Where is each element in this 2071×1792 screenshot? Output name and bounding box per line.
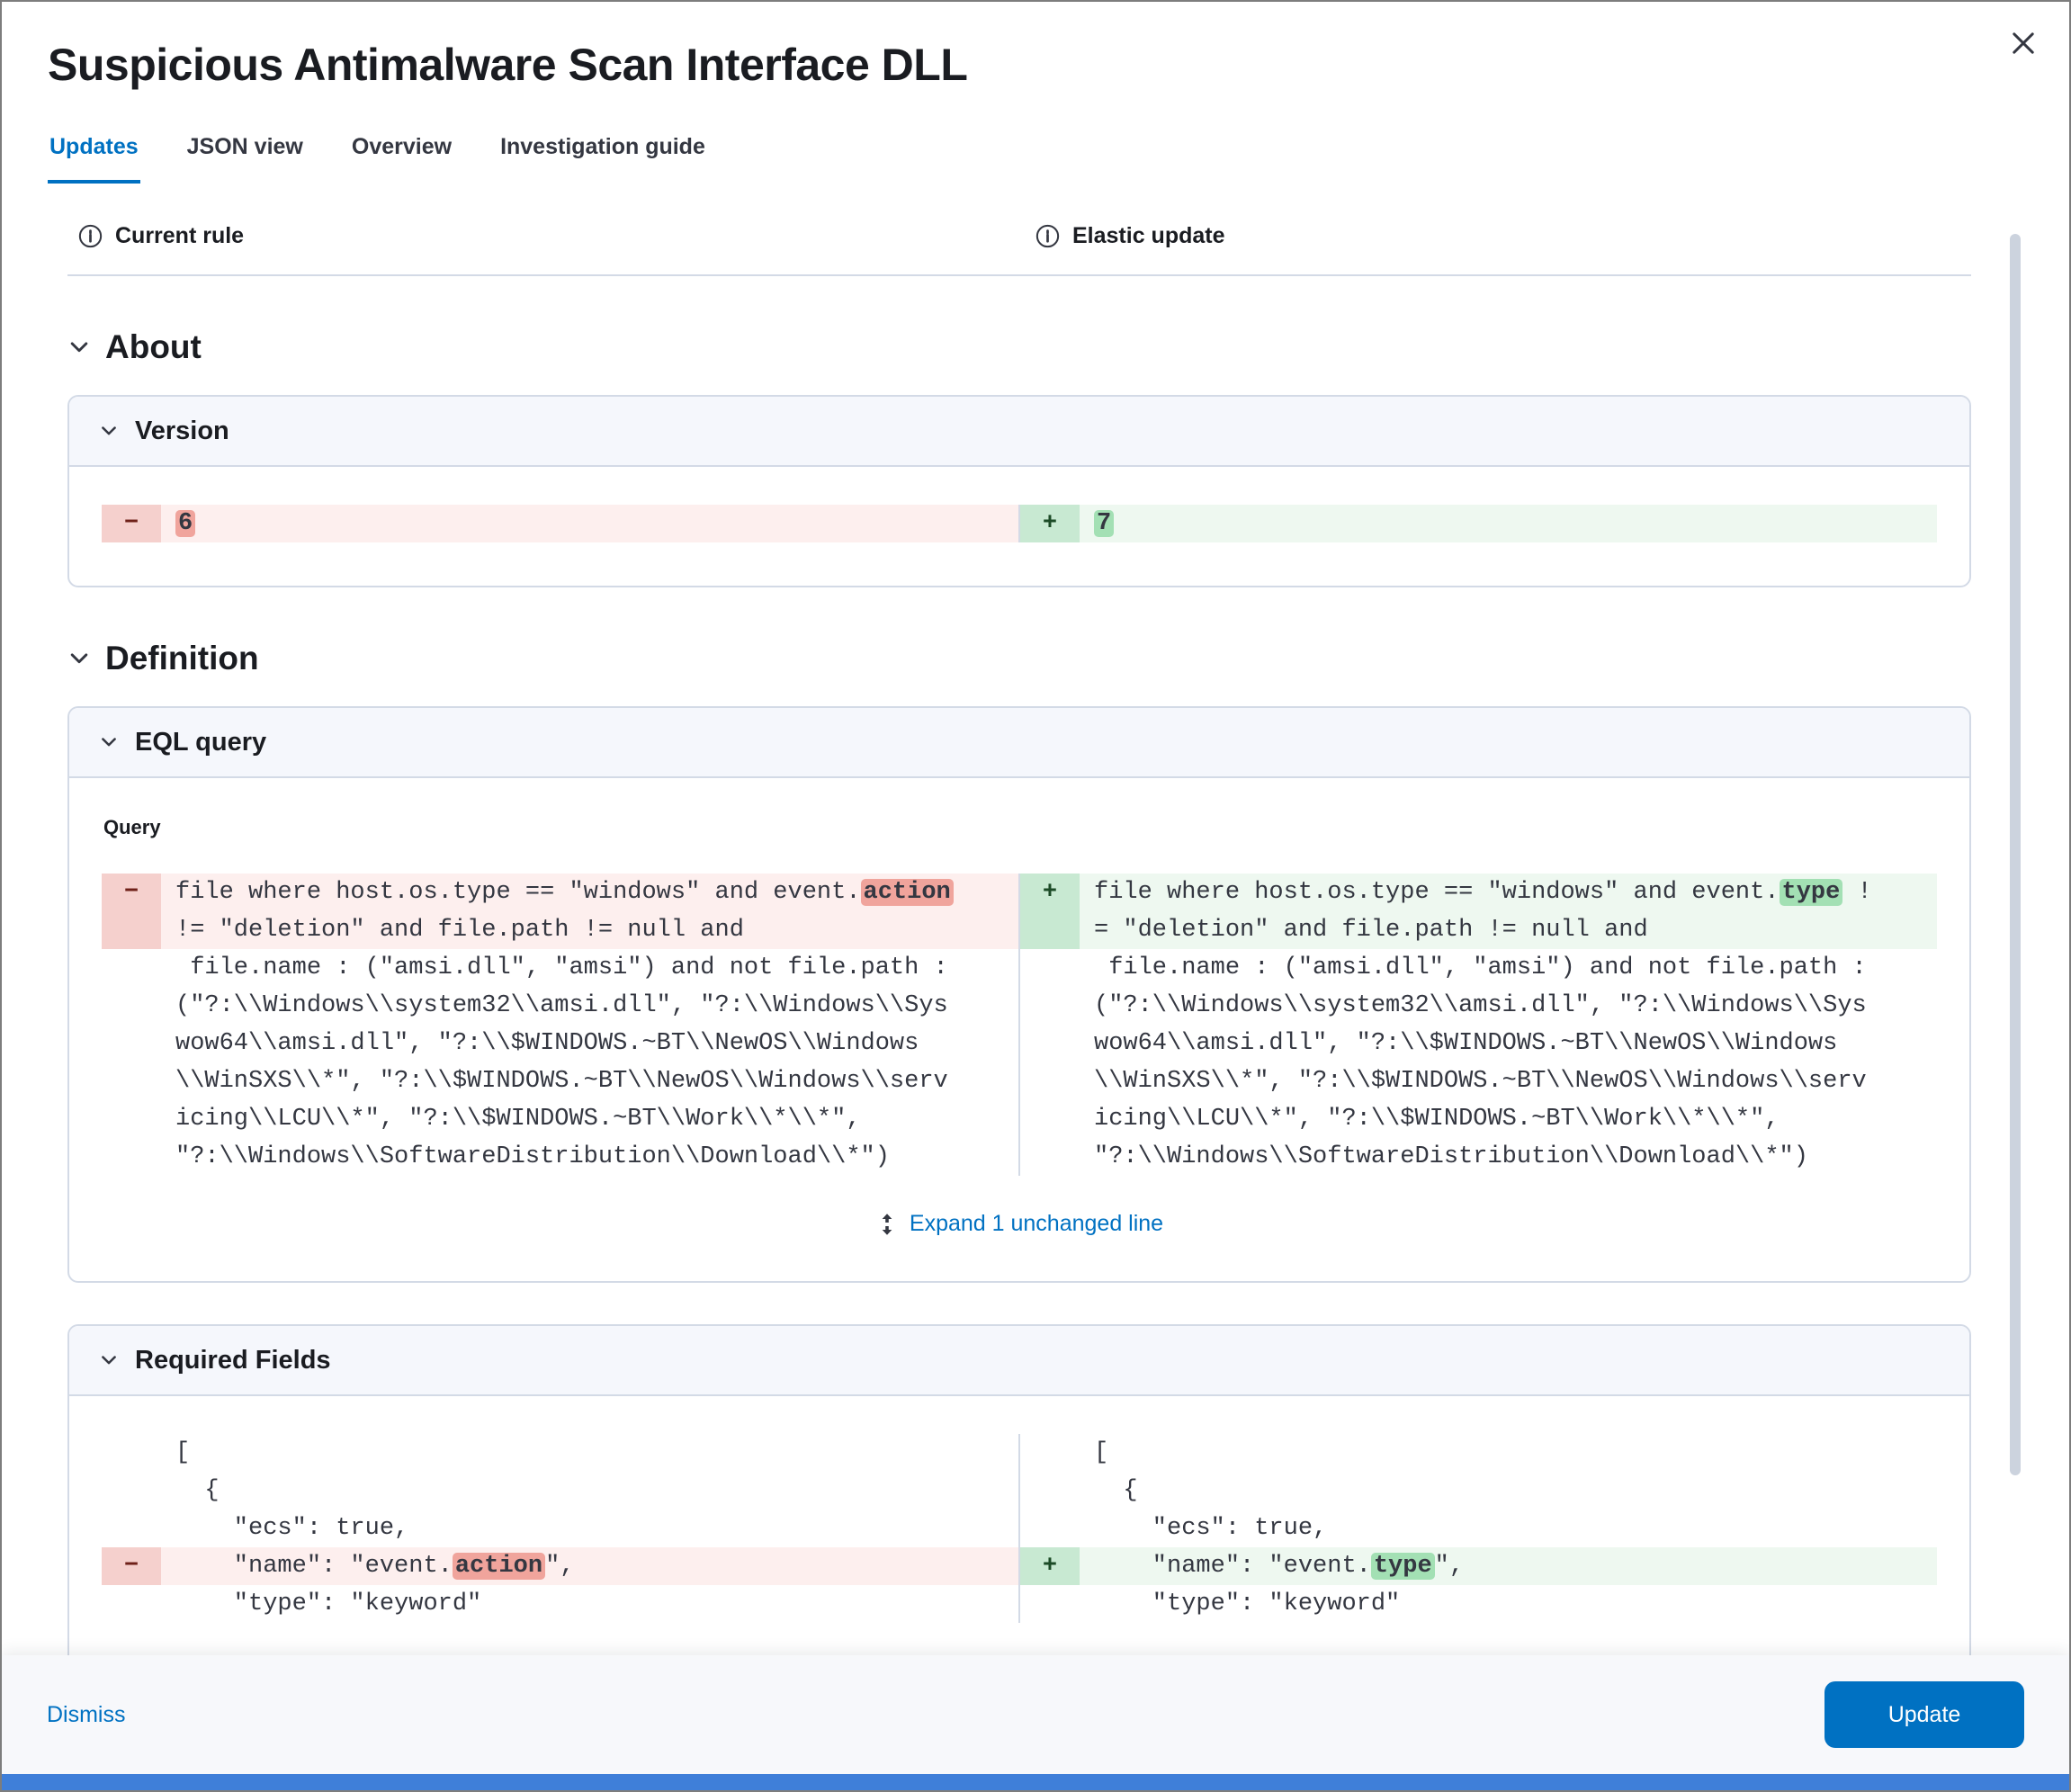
diff-line-ctx: ("?:\\Windows\\system32\\amsi.dll", "?:\… — [1094, 992, 1867, 1019]
diff-line-del: −6 — [102, 505, 1018, 542]
chevron-down-icon — [99, 1350, 119, 1370]
scrollbar-thumb[interactable] — [2010, 234, 2021, 1475]
diff-line-ctx: icing\\LCU\\*", "?:\\$WINDOWS.~BT\\Work\… — [175, 1106, 861, 1133]
expand-unchanged-label: Expand 1 unchanged line — [909, 1211, 1164, 1236]
section-definition: Definition — [67, 640, 1971, 677]
about-section-title: About — [105, 328, 202, 365]
dismiss-button[interactable]: Dismiss — [47, 1702, 126, 1728]
version-accordion-header[interactable]: Version — [69, 397, 1969, 467]
bottom-strip — [2, 1774, 2069, 1790]
expand-icon — [875, 1213, 899, 1236]
tab-bar: Updates JSON view Overview Investigation… — [2, 134, 2069, 184]
required-fields-panel: Required Fields [ { "ecs": true, − "name"… — [67, 1324, 1971, 1668]
page-title: Suspicious Antimalware Scan Interface DL… — [48, 40, 968, 90]
eql-diff-update: + file where host.os.type == "windows" an… — [1020, 874, 1937, 1176]
version-panel-title: Version — [135, 416, 229, 445]
diff-line-ctx: [ — [175, 1439, 191, 1466]
diff-line-ctx: file.name : ("amsi.dll", "amsi") and not… — [1094, 954, 1867, 981]
info-icon[interactable] — [78, 224, 103, 248]
tab-json-view[interactable]: JSON view — [185, 134, 305, 184]
diff-line-ctx: ("?:\\Windows\\system32\\amsi.dll", "?:\… — [175, 992, 948, 1019]
eql-accordion-header[interactable]: EQL query — [69, 708, 1969, 778]
section-about: About — [67, 328, 1971, 366]
chevron-down-icon[interactable] — [67, 647, 91, 670]
tab-updates[interactable]: Updates — [48, 134, 140, 184]
chevron-down-icon[interactable] — [67, 336, 91, 359]
tab-overview[interactable]: Overview — [350, 134, 453, 184]
version-diff-current: −6 — [102, 505, 1018, 542]
expand-unchanged-button[interactable]: Expand 1 unchanged line — [870, 1210, 1169, 1238]
diff-line-add: = "deletion" and file.path != null and — [1020, 911, 1937, 949]
eql-panel-body: Query − file where host.os.type == "windo… — [69, 778, 1969, 1281]
flyout-footer: Dismiss Update — [2, 1655, 2069, 1774]
diff-line-ctx: wow64\\amsi.dll", "?:\\$WINDOWS.~BT\\New… — [175, 1030, 919, 1057]
diff-line-add: +7 — [1020, 505, 1937, 542]
update-button[interactable]: Update — [1824, 1681, 2024, 1748]
eql-diff-current: − file where host.os.type == "windows" an… — [102, 874, 1018, 1176]
required-fields-diff-update: [ { "ecs": true, + "name": "event. type ", … — [1020, 1434, 1937, 1623]
rule-upgrade-flyout: Suspicious Antimalware Scan Interface DL… — [0, 0, 2071, 1792]
diff-line-ctx: "type": "keyword" — [1094, 1590, 1401, 1617]
elastic-update-label: Elastic update — [1072, 223, 1225, 248]
eql-query-panel: EQL query Query − file where host.os.type… — [67, 706, 1971, 1283]
diff-line-ctx: \\WinSXS\\*", "?:\\$WINDOWS.~BT\\NewOS\\… — [175, 1068, 948, 1095]
diff-line-ctx: { — [1094, 1477, 1138, 1504]
eql-panel-title: EQL query — [135, 727, 267, 757]
info-icon[interactable] — [1036, 224, 1060, 248]
diff-line-ctx: \\WinSXS\\*", "?:\\$WINDOWS.~BT\\NewOS\\… — [1094, 1068, 1867, 1095]
elastic-update-header: Elastic update — [1014, 223, 1971, 249]
diff-line-ctx: "?:\\Windows\\SoftwareDistribution\\Down… — [175, 1143, 890, 1170]
tab-investigation-guide[interactable]: Investigation guide — [498, 134, 707, 184]
diff-line-ctx: "type": "keyword" — [175, 1590, 482, 1617]
diff-line-ctx: { — [175, 1477, 220, 1504]
diff-line-ctx: file.name : ("amsi.dll", "amsi") and not… — [175, 954, 948, 981]
query-label: Query — [103, 816, 161, 838]
required-fields-diff-current: [ { "ecs": true, − "name": "event. action "… — [102, 1434, 1018, 1623]
current-rule-label: Current rule — [115, 223, 245, 248]
required-fields-panel-body: [ { "ecs": true, − "name": "event. action "… — [69, 1396, 1969, 1666]
chevron-down-icon — [99, 421, 119, 441]
diff-line-add: + file where host.os.type == "windows" an… — [1020, 874, 1937, 911]
definition-section-title: Definition — [105, 640, 259, 676]
header-divider — [67, 274, 1971, 276]
required-fields-panel-title: Required Fields — [135, 1345, 331, 1375]
diff-line-ctx: icing\\LCU\\*", "?:\\$WINDOWS.~BT\\Work\… — [1094, 1106, 1780, 1133]
current-rule-header: Current rule — [67, 223, 1014, 249]
required-fields-diff: [ { "ecs": true, − "name": "event. action "… — [102, 1434, 1937, 1623]
diff-line-del: − "name": "event. action ", — [102, 1547, 1018, 1585]
version-panel-body: −6 +7 — [69, 467, 1969, 586]
updates-tab-content: Current rule Elastic update About Versio… — [2, 223, 2069, 1668]
diff-line-add: + "name": "event. type ", — [1020, 1547, 1937, 1585]
version-diff-update: +7 — [1020, 505, 1937, 542]
diff-line-del: != "deletion" and file.path != null and — [102, 911, 1018, 949]
diff-line-ctx: "ecs": true, — [175, 1515, 409, 1542]
version-panel: Version −6 +7 — [67, 395, 1971, 587]
diff-columns-header: Current rule Elastic update — [67, 223, 1971, 249]
diff-line-ctx: "?:\\Windows\\SoftwareDistribution\\Down… — [1094, 1143, 1808, 1170]
diff-line-ctx: "ecs": true, — [1094, 1515, 1328, 1542]
close-icon[interactable] — [2001, 20, 2048, 67]
version-diff: −6 +7 — [102, 505, 1937, 542]
diff-line-ctx: [ — [1094, 1439, 1109, 1466]
diff-line-del: − file where host.os.type == "windows" an… — [102, 874, 1018, 911]
eql-diff: − file where host.os.type == "windows" an… — [102, 874, 1937, 1176]
diff-line-ctx: wow64\\amsi.dll", "?:\\$WINDOWS.~BT\\New… — [1094, 1030, 1838, 1057]
chevron-down-icon — [99, 732, 119, 752]
required-fields-accordion-header[interactable]: Required Fields — [69, 1326, 1969, 1396]
